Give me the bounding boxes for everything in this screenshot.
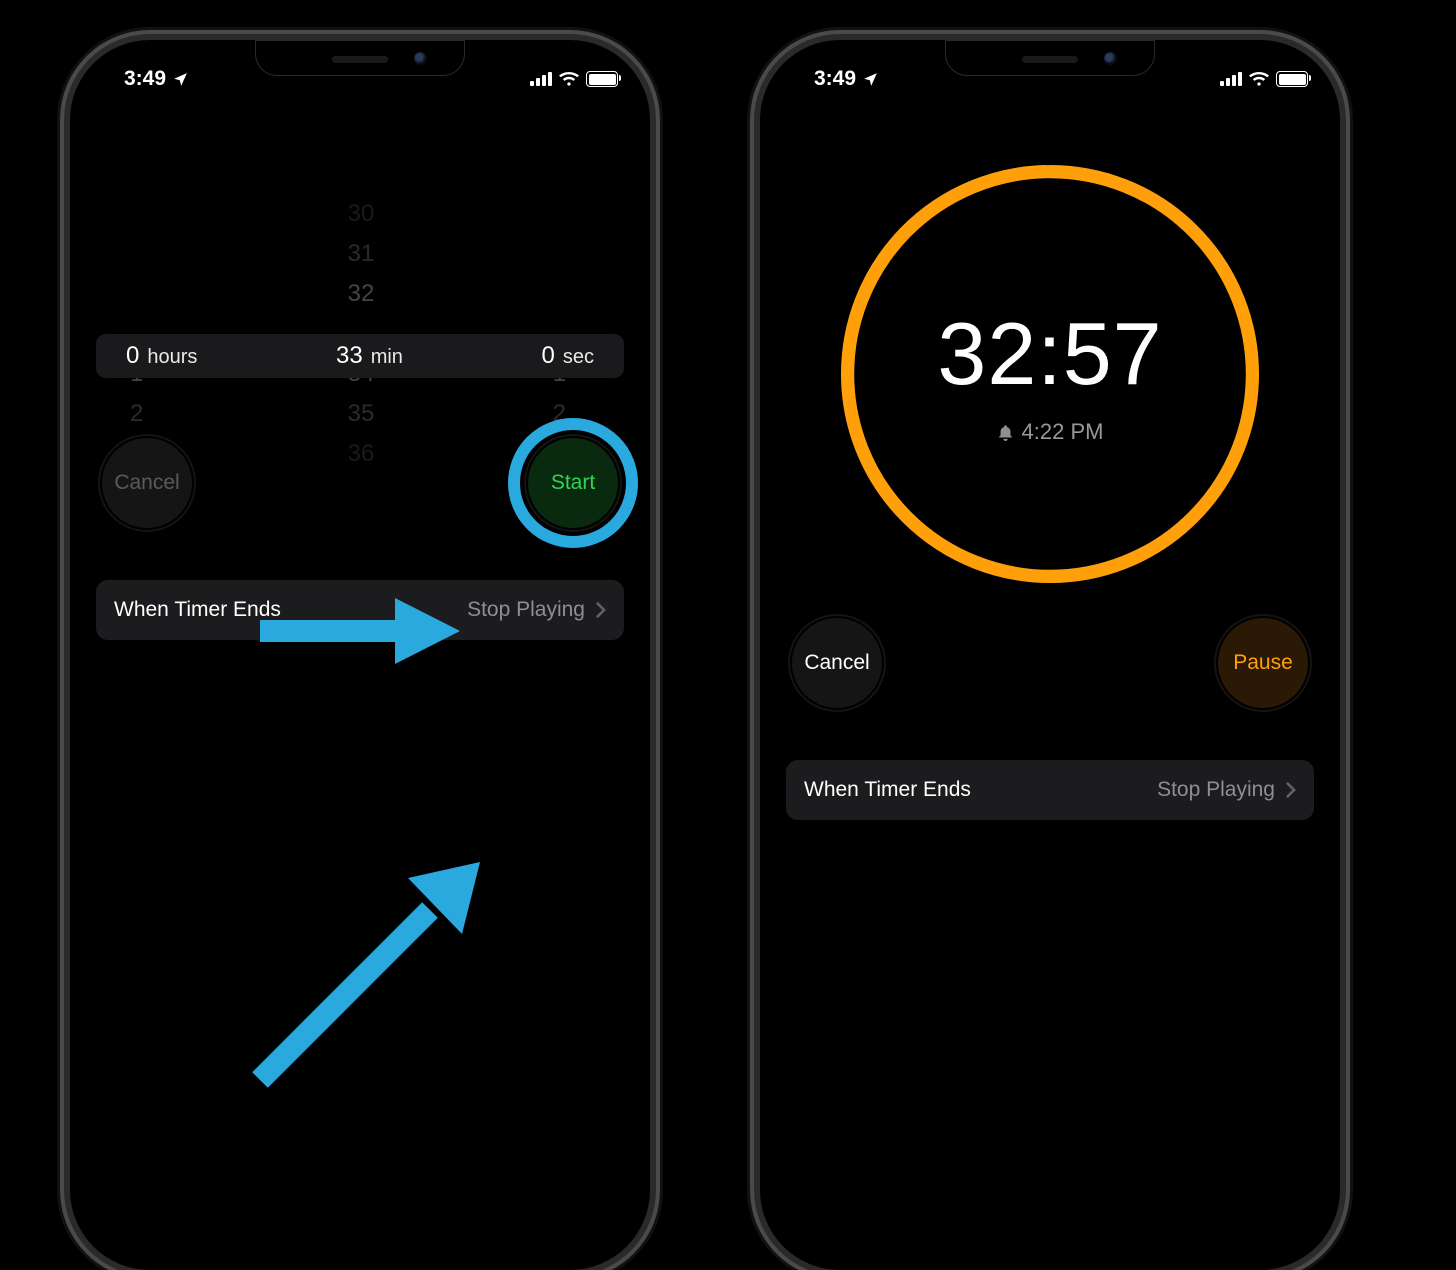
chevron-right-icon xyxy=(1285,781,1296,799)
seconds-value: 0 xyxy=(542,342,555,370)
speaker xyxy=(1022,56,1078,63)
chevron-right-icon xyxy=(595,601,606,619)
minutes-value: 33 xyxy=(336,342,363,370)
when-timer-ends-label: When Timer Ends xyxy=(114,598,281,622)
when-timer-ends-row[interactable]: When Timer Ends Stop Playing xyxy=(786,760,1314,820)
notch xyxy=(255,40,465,76)
pause-button[interactable]: Pause xyxy=(1214,614,1312,712)
picker-selected-row: 0 hours 33 min 0 sec xyxy=(96,334,624,378)
annotation-arrow-to-start xyxy=(260,586,460,676)
cancel-button[interactable]: Cancel xyxy=(98,434,196,532)
start-button[interactable]: Start xyxy=(524,434,622,532)
countdown: 32:57 4:22 PM xyxy=(786,154,1314,594)
when-timer-ends-value: Stop Playing xyxy=(1157,778,1275,802)
countdown-ring: 32:57 4:22 PM xyxy=(830,154,1270,594)
hours-unit: hours xyxy=(147,346,197,369)
notch xyxy=(945,40,1155,76)
status-time: 3:49 xyxy=(124,67,166,91)
phone-frame-right: 3:49 3 xyxy=(760,40,1340,1270)
countdown-end-time: 4:22 PM xyxy=(1022,419,1104,445)
location-icon xyxy=(172,71,189,88)
wifi-icon xyxy=(1249,69,1269,89)
hours-value: 0 xyxy=(126,342,139,370)
cellular-icon xyxy=(530,72,552,86)
bell-icon xyxy=(997,424,1014,441)
when-timer-ends-value: Stop Playing xyxy=(467,598,585,622)
cancel-button[interactable]: Cancel xyxy=(788,614,886,712)
speaker xyxy=(332,56,388,63)
status-time: 3:49 xyxy=(814,67,856,91)
battery-icon xyxy=(1276,71,1308,87)
seconds-unit: sec xyxy=(563,346,594,369)
countdown-remaining: 32:57 xyxy=(937,303,1162,405)
front-camera xyxy=(414,52,427,65)
front-camera xyxy=(1104,52,1117,65)
location-icon xyxy=(862,71,879,88)
wifi-icon xyxy=(559,69,579,89)
when-timer-ends-label: When Timer Ends xyxy=(804,778,971,802)
battery-icon xyxy=(586,71,618,87)
annotation-arrow-to-row xyxy=(240,840,500,1100)
cellular-icon xyxy=(1220,72,1242,86)
minutes-unit: min xyxy=(371,346,403,369)
